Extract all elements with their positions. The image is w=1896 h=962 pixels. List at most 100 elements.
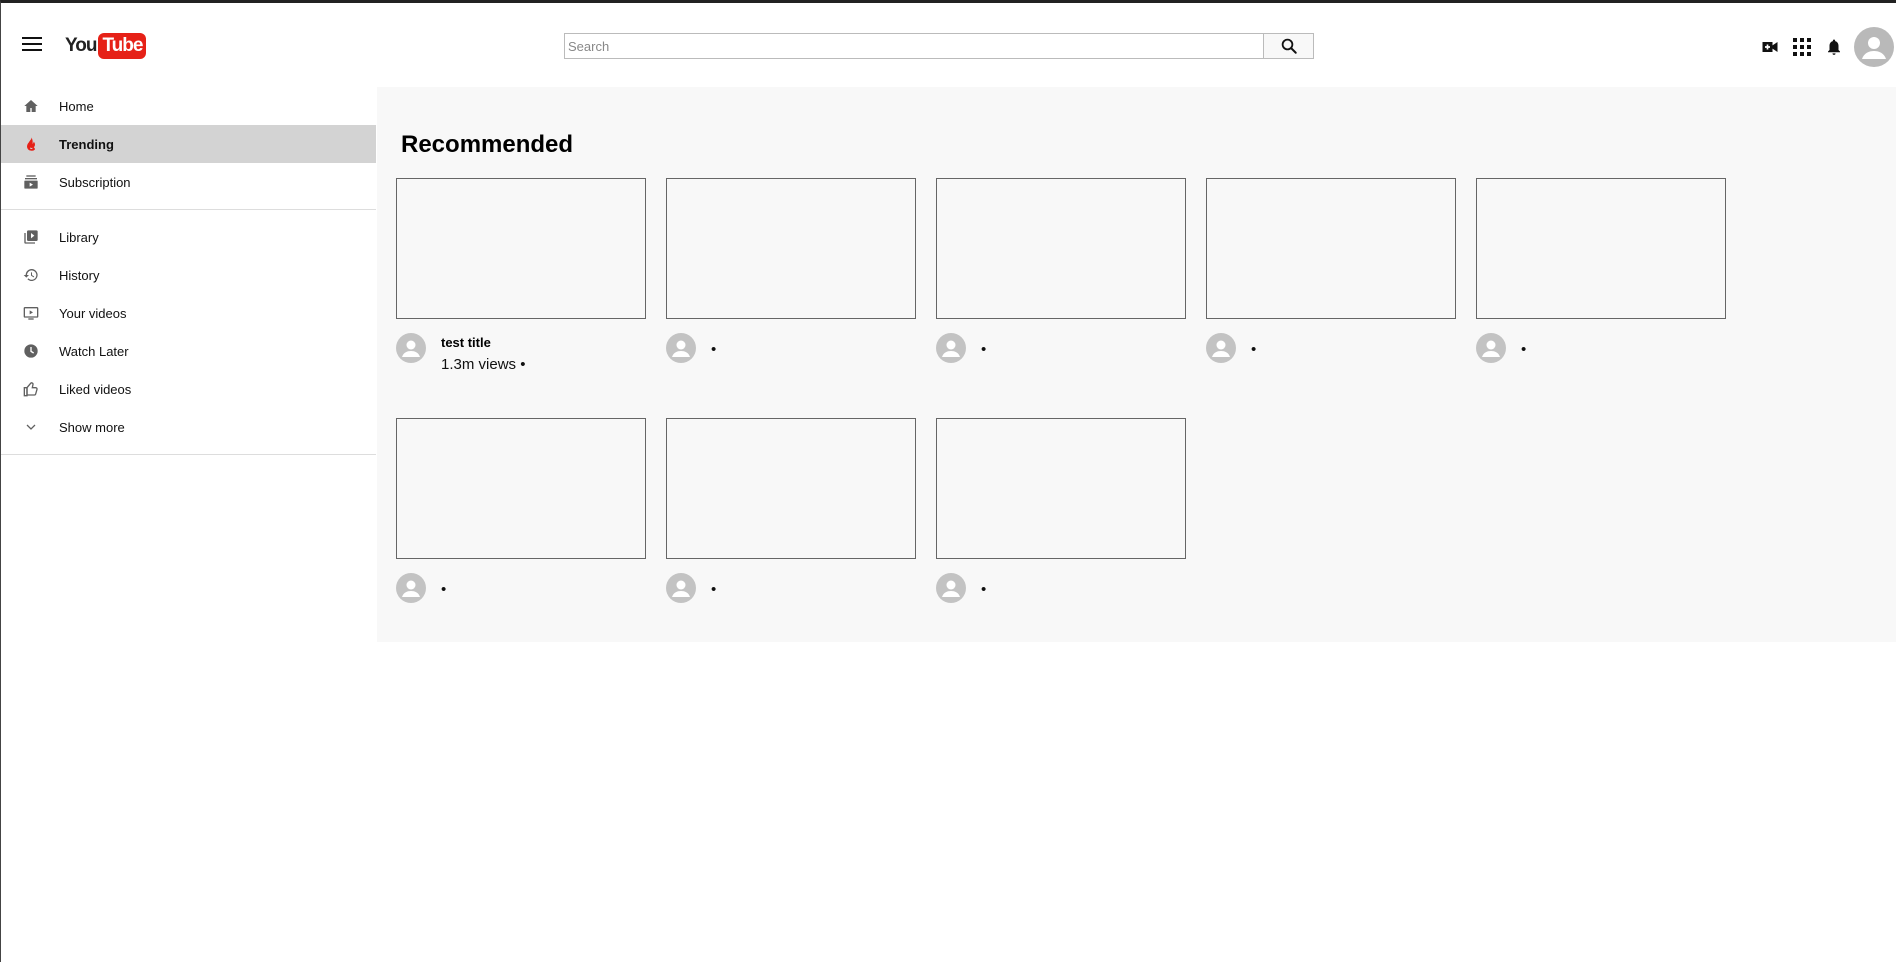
top-bar: You Tube — [1, 3, 1896, 87]
video-card[interactable]: • — [936, 418, 1186, 603]
video-card[interactable]: • — [936, 178, 1186, 363]
video-camera-add-icon — [1762, 42, 1778, 52]
channel-avatar[interactable] — [936, 573, 966, 603]
sidebar-item-label: Show more — [59, 419, 125, 435]
video-card[interactable]: • — [1206, 178, 1456, 363]
video-views: • — [1521, 341, 1527, 358]
video-thumbnail[interactable] — [1206, 178, 1456, 319]
user-icon — [1476, 333, 1506, 363]
watch-later-icon — [21, 341, 41, 361]
video-thumbnail[interactable] — [666, 178, 916, 319]
video-meta: • — [666, 573, 916, 603]
video-thumbnail[interactable] — [396, 178, 646, 319]
channel-avatar[interactable] — [1476, 333, 1506, 363]
create-video-button[interactable] — [1754, 31, 1786, 63]
video-thumbnail[interactable] — [396, 418, 646, 559]
sidebar-item-label: Trending — [59, 136, 114, 152]
video-meta: • — [396, 573, 646, 603]
video-views: • — [711, 581, 717, 598]
video-text: • — [441, 573, 446, 603]
video-views: 1.3m views • — [441, 356, 526, 373]
logo-tube-text: Tube — [98, 33, 147, 59]
account-avatar[interactable] — [1854, 27, 1894, 67]
video-meta: • — [936, 333, 1186, 363]
header-actions — [1754, 27, 1896, 67]
video-meta: • — [1206, 333, 1456, 363]
video-text: • — [711, 573, 716, 603]
youtube-logo[interactable]: You Tube — [65, 33, 147, 59]
your-videos-icon — [21, 303, 41, 323]
apps-grid-icon — [1793, 38, 1811, 56]
channel-avatar[interactable] — [396, 333, 426, 363]
sidebar-item-trending[interactable]: Trending — [1, 125, 376, 163]
sidebar-item-your-videos[interactable]: Your videos — [1, 294, 376, 332]
video-meta: test title 1.3m views • — [396, 333, 646, 373]
video-meta: • — [1476, 333, 1726, 363]
sidebar-item-label: Your videos — [59, 305, 127, 321]
sidebar-item-liked-videos[interactable]: Liked videos — [1, 370, 376, 408]
sidebar-divider — [1, 454, 376, 455]
video-card[interactable]: • — [666, 418, 916, 603]
video-text: • — [1521, 333, 1526, 363]
video-thumbnail[interactable] — [936, 418, 1186, 559]
sidebar-item-label: Watch Later — [59, 343, 129, 359]
video-title[interactable]: test title — [441, 335, 525, 350]
sidebar-item-library[interactable]: Library — [1, 218, 376, 256]
video-meta: • — [936, 573, 1186, 603]
channel-avatar[interactable] — [1206, 333, 1236, 363]
sidebar-item-watch-later[interactable]: Watch Later — [1, 332, 376, 370]
trending-flame-icon — [21, 134, 41, 154]
video-card[interactable]: test title 1.3m views • — [396, 178, 646, 373]
user-icon — [1862, 37, 1886, 59]
menu-icon[interactable] — [22, 36, 42, 52]
video-text: • — [981, 333, 986, 363]
video-text: • — [1251, 333, 1256, 363]
search-button[interactable] — [1263, 33, 1314, 59]
chevron-down-icon — [21, 417, 41, 437]
sidebar-item-label: Library — [59, 229, 99, 245]
video-text: test title 1.3m views • — [441, 333, 525, 373]
library-icon — [21, 227, 41, 247]
channel-avatar[interactable] — [936, 333, 966, 363]
sidebar-item-label: Home — [59, 98, 94, 114]
video-thumbnail[interactable] — [936, 178, 1186, 319]
channel-avatar[interactable] — [666, 573, 696, 603]
video-views: • — [1251, 341, 1257, 358]
video-views: • — [441, 581, 447, 598]
sidebar-item-label: History — [59, 267, 100, 283]
video-views: • — [711, 341, 717, 358]
sidebar-show-more[interactable]: Show more — [1, 408, 376, 446]
video-thumbnail[interactable] — [666, 418, 916, 559]
video-thumbnail[interactable] — [1476, 178, 1726, 319]
channel-avatar[interactable] — [666, 333, 696, 363]
sidebar-item-subscription[interactable]: Subscription — [1, 163, 376, 201]
liked-videos-icon — [21, 379, 41, 399]
search-bar — [564, 33, 1314, 59]
video-views: • — [981, 581, 987, 598]
sidebar-item-label: Subscription — [59, 174, 131, 190]
channel-avatar[interactable] — [396, 573, 426, 603]
sidebar-item-history[interactable]: History — [1, 256, 376, 294]
notifications-button[interactable] — [1818, 31, 1850, 63]
main-content: Recommended test title 1.3m views • • • • • • •… — [377, 87, 1896, 642]
section-heading: Recommended — [401, 131, 574, 158]
history-icon — [21, 265, 41, 285]
sidebar: Home Trending Subscription Library Histo… — [1, 87, 376, 463]
video-card[interactable]: • — [666, 178, 916, 363]
video-card[interactable]: • — [1476, 178, 1726, 363]
home-icon — [21, 96, 41, 116]
video-text: • — [711, 333, 716, 363]
user-icon — [1206, 333, 1236, 363]
logo-you-text: You — [65, 35, 98, 56]
sidebar-divider — [1, 209, 376, 210]
apps-button[interactable] — [1786, 31, 1818, 63]
video-card[interactable]: • — [396, 418, 646, 603]
sidebar-item-home[interactable]: Home — [1, 87, 376, 125]
user-icon — [936, 333, 966, 363]
video-views: • — [981, 341, 987, 358]
search-icon — [1281, 38, 1297, 54]
search-input[interactable] — [564, 33, 1263, 59]
subscriptions-icon — [21, 172, 41, 192]
user-icon — [666, 573, 696, 603]
user-icon — [396, 333, 426, 363]
